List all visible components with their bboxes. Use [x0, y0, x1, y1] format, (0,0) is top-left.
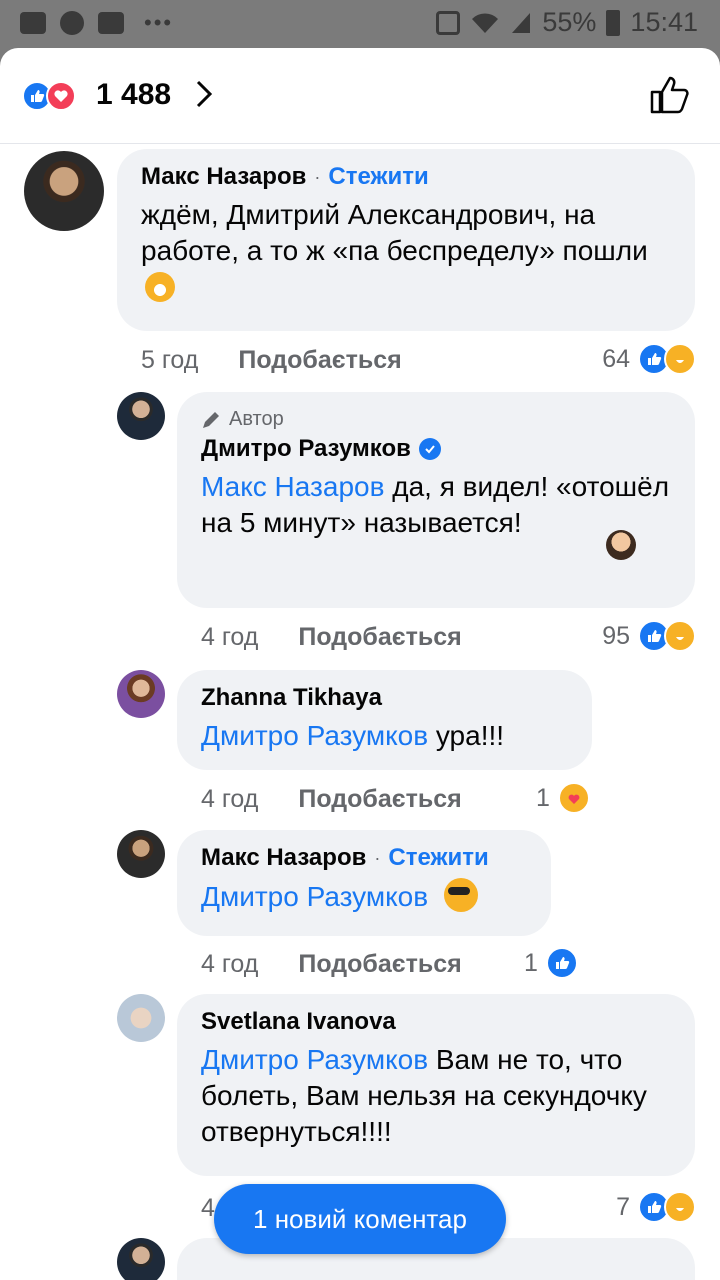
- new-comment-button[interactable]: 1 новий коментар: [214, 1184, 506, 1254]
- opera-icon: [60, 11, 84, 35]
- comment-bubble: Автор Дмитро Разумков Макс Назаров да, я…: [177, 392, 695, 608]
- more-notifications-icon: •••: [144, 10, 174, 35]
- reaction-count: 7: [616, 1192, 630, 1221]
- haha-reaction-icon: [664, 343, 696, 375]
- chevron-right-icon[interactable]: [192, 76, 216, 112]
- comment-reactions[interactable]: 64: [602, 343, 696, 375]
- comment-bubble: Макс Назаров · Стежити ждём, Дмитрий Але…: [117, 149, 695, 331]
- rofl-emoji-icon: [145, 272, 175, 302]
- comment-bubble: Svetlana Ivanova Дмитро Разумков Вам не …: [177, 994, 695, 1176]
- sunglasses-emoji-icon: [443, 878, 478, 912]
- verified-badge-icon: [418, 438, 441, 460]
- separator-dot: ·: [374, 847, 381, 868]
- comment-meta: 4 год Подобається: [201, 785, 462, 814]
- comment-author[interactable]: Svetlana Ivanova: [201, 1008, 396, 1036]
- avatar[interactable]: [24, 151, 104, 231]
- like-comment-button[interactable]: Подобається: [298, 785, 461, 814]
- reaction-count: 64: [602, 344, 630, 373]
- clock: 15:41: [630, 7, 698, 37]
- comment-author[interactable]: Дмитро Разумков: [201, 435, 411, 463]
- data-saver-icon: [436, 10, 461, 35]
- separator-dot: ·: [314, 166, 321, 187]
- facepalm-emoji-icon: [606, 530, 636, 560]
- comment-author[interactable]: Макс Назаров: [201, 844, 366, 872]
- comment-text: ура!!!: [428, 720, 505, 751]
- haha-reaction-icon: [664, 620, 696, 652]
- comments-sheet: 1 488 Макс Назаров · Стежити ждём, Дмитр…: [0, 48, 720, 1280]
- mention-link[interactable]: Дмитро Разумков: [201, 720, 428, 751]
- like-button-icon[interactable]: [646, 72, 692, 118]
- comment-bubble: Zhanna Tikhaya Дмитро Разумков ура!!!: [177, 670, 592, 770]
- comment-reactions[interactable]: 1: [524, 947, 578, 979]
- reaction-count[interactable]: 1 488: [96, 78, 171, 112]
- battery-percent: 55%: [542, 7, 597, 37]
- status-bar: ••• 55% 15:41: [0, 0, 720, 48]
- signal-icon: [512, 12, 531, 33]
- wifi-icon: [472, 12, 499, 33]
- pen-icon: [203, 411, 219, 428]
- like-reaction-icon: [545, 947, 578, 979]
- comment-author[interactable]: Макс Назаров: [141, 163, 306, 191]
- comment-reactions[interactable]: 95: [602, 620, 696, 652]
- care-reaction-icon: [557, 782, 590, 814]
- reaction-count: 1: [524, 948, 538, 977]
- comment-time: 4 год: [201, 623, 259, 651]
- reaction-count: 1: [536, 783, 550, 812]
- like-comment-button[interactable]: Подобається: [238, 346, 401, 375]
- mention-link[interactable]: Дмитро Разумков: [201, 881, 428, 912]
- avatar[interactable]: [117, 392, 165, 440]
- avatar[interactable]: [117, 830, 165, 878]
- youtube-icon: [20, 12, 46, 34]
- reaction-icons[interactable]: [22, 81, 76, 111]
- mention-link[interactable]: Макс Назаров: [201, 471, 384, 502]
- comment-reactions[interactable]: 7: [616, 1191, 696, 1223]
- comment-meta: 4 год Подобається: [201, 950, 462, 979]
- mention-link[interactable]: Дмитро Разумков: [201, 1044, 428, 1075]
- avatar[interactable]: [117, 670, 165, 718]
- reaction-count: 95: [602, 621, 630, 650]
- haha-reaction-icon: [664, 1191, 696, 1223]
- comment-author[interactable]: Zhanna Tikhaya: [201, 684, 382, 712]
- follow-button[interactable]: Стежити: [388, 844, 488, 872]
- gallery-icon: [98, 12, 124, 34]
- comment-time: 4 год: [201, 950, 259, 978]
- like-comment-button[interactable]: Подобається: [298, 623, 461, 652]
- comment-reactions[interactable]: 1: [536, 782, 590, 814]
- follow-button[interactable]: Стежити: [328, 163, 428, 191]
- comment-bubble: Макс Назаров · Стежити Дмитро Разумков: [177, 830, 551, 936]
- comment-time: 5 год: [141, 346, 199, 374]
- author-badge: Автор: [201, 408, 671, 431]
- avatar[interactable]: [117, 994, 165, 1042]
- comment-meta: 4: [201, 1194, 215, 1223]
- author-badge-label: Автор: [229, 408, 284, 430]
- comment-time: 4 год: [201, 785, 259, 813]
- comment-meta: 5 год Подобається: [141, 346, 402, 375]
- avatar[interactable]: [117, 1238, 165, 1280]
- comment-text: ждём, Дмитрий Александрович, на работе, …: [141, 199, 648, 266]
- like-comment-button[interactable]: Подобається: [298, 950, 461, 979]
- reactions-header: 1 488: [0, 48, 720, 144]
- love-reaction-icon: [46, 81, 76, 111]
- comment-time: 4: [201, 1194, 215, 1222]
- comment-meta: 4 год Подобається: [201, 623, 462, 652]
- battery-icon: [606, 9, 621, 36]
